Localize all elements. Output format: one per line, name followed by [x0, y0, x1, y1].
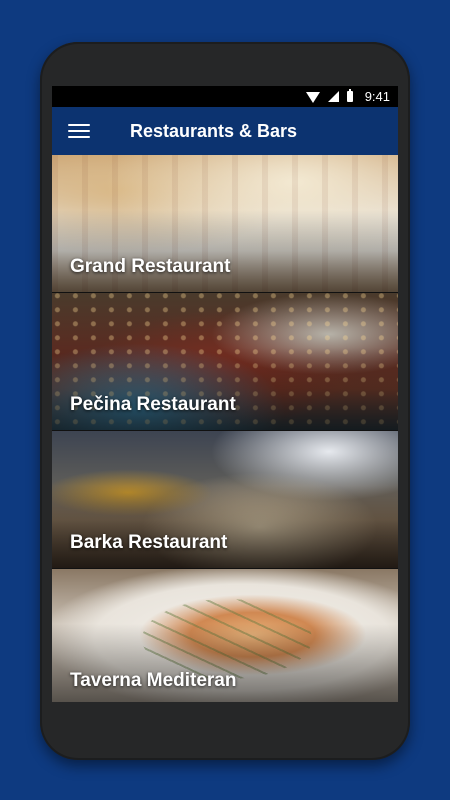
restaurant-name: Pečina Restaurant — [70, 394, 236, 415]
restaurant-card-pecina[interactable]: Pečina Restaurant — [52, 293, 398, 431]
restaurant-card-taverna[interactable]: Taverna Mediteran — [52, 569, 398, 702]
restaurant-name: Barka Restaurant — [70, 532, 228, 553]
restaurant-card-barka[interactable]: Barka Restaurant — [52, 431, 398, 569]
signal-icon — [327, 91, 339, 102]
restaurant-name: Grand Restaurant — [70, 256, 231, 277]
page-title: Restaurants & Bars — [130, 120, 298, 141]
hamburger-menu-icon[interactable] — [68, 124, 90, 138]
app-bar: Restaurants & Bars — [52, 107, 398, 155]
status-time: 9:41 — [364, 89, 390, 104]
restaurant-list: Grand Restaurant Pečina Restaurant Barka… — [52, 155, 398, 702]
phone-screen: 9:41 Restaurants & Bars Grand Restaurant… — [52, 86, 398, 702]
restaurant-name: Taverna Mediteran — [70, 670, 237, 691]
wifi-icon — [305, 92, 320, 103]
battery-icon — [346, 89, 353, 102]
status-bar: 9:41 — [52, 86, 398, 107]
restaurant-card-grand[interactable]: Grand Restaurant — [52, 155, 398, 293]
